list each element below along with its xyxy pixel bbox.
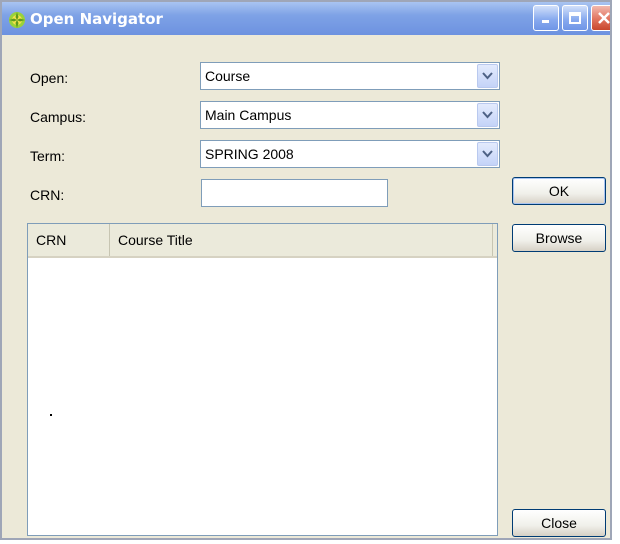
term-label: Term:	[30, 148, 65, 164]
chevron-down-icon	[482, 72, 493, 80]
app-icon	[9, 12, 25, 28]
minimize-button[interactable]	[533, 5, 559, 31]
campus-select-value: Main Campus	[205, 107, 292, 123]
open-label: Open:	[30, 70, 69, 86]
campus-dropdown-button[interactable]	[477, 103, 498, 127]
open-dropdown-button[interactable]	[477, 64, 498, 88]
course-list[interactable]: CRN Course Title	[27, 223, 498, 536]
close-icon	[598, 12, 610, 24]
column-header-course-title[interactable]: Course Title	[110, 224, 493, 256]
browse-button[interactable]: Browse	[512, 224, 606, 252]
column-header-crn[interactable]: CRN	[28, 224, 110, 256]
column-header-course-title-label: Course Title	[118, 232, 193, 248]
open-select[interactable]: Course	[200, 62, 500, 90]
term-select[interactable]: SPRING 2008	[200, 140, 500, 168]
chevron-down-icon	[482, 150, 493, 158]
term-select-value: SPRING 2008	[205, 146, 294, 162]
close-window-button[interactable]	[591, 5, 610, 31]
crn-input[interactable]	[201, 179, 388, 207]
list-header: CRN Course Title	[28, 224, 497, 258]
chevron-down-icon	[482, 111, 493, 119]
open-navigator-window: Open Navigator Open: Course Campus: Main…	[0, 0, 612, 540]
maximize-icon	[569, 12, 581, 24]
column-header-crn-label: CRN	[36, 232, 67, 248]
maximize-button[interactable]	[562, 5, 588, 31]
title-bar[interactable]: Open Navigator	[2, 2, 610, 35]
term-dropdown-button[interactable]	[477, 142, 498, 166]
open-select-value: Course	[205, 68, 251, 84]
close-button[interactable]: Close	[512, 509, 606, 537]
minimize-icon	[542, 20, 549, 23]
ok-button[interactable]: OK	[512, 177, 606, 205]
campus-select[interactable]: Main Campus	[200, 101, 500, 129]
window-title: Open Navigator	[30, 10, 163, 28]
list-focus-mark	[50, 414, 52, 416]
campus-label: Campus:	[30, 109, 87, 125]
crn-label: CRN:	[30, 187, 65, 203]
